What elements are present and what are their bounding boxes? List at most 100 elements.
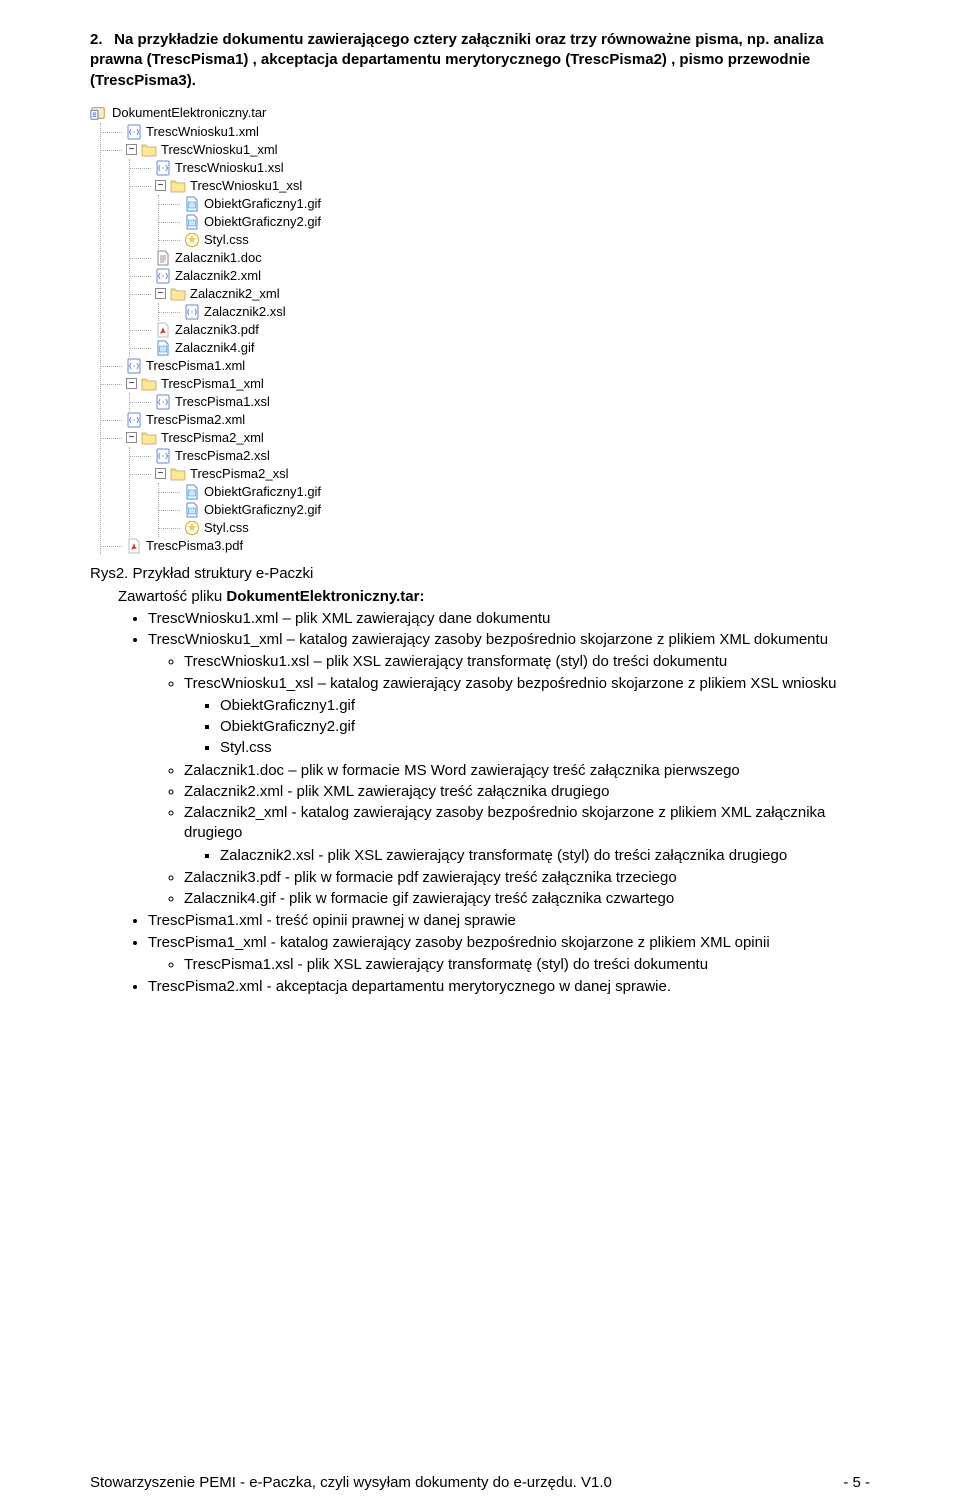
doc-icon	[155, 250, 171, 266]
tree-node-label: TrescPisma1_xml	[161, 377, 264, 390]
tree-node: Zalacznik2.xml	[129, 267, 870, 285]
tree-node-label: TrescPisma1.xsl	[175, 395, 270, 408]
list-item: Zalacznik2.xml - plik XML zawierający tr…	[184, 782, 870, 802]
tree-node-label: ObiektGraficzny1.gif	[204, 197, 321, 210]
tree-node-label: TrescWniosku1_xml	[161, 143, 278, 156]
subheading-pre: Zawartość pliku	[118, 588, 226, 605]
xml-icon	[155, 448, 171, 464]
tree-node-label: Zalacznik2.xml	[175, 269, 261, 282]
xml-icon	[126, 358, 142, 374]
gif-icon	[184, 484, 200, 500]
list-item: TrescPisma2.xml - akceptacja departament…	[148, 977, 870, 997]
tree-node: Zalacznik2.xsl	[158, 303, 870, 321]
expander-icon[interactable]: −	[126, 144, 137, 155]
tree-node-label: ObiektGraficzny1.gif	[204, 485, 321, 498]
tree-node-label: Zalacznik3.pdf	[175, 323, 259, 336]
css-icon	[184, 232, 200, 248]
gif-icon	[184, 502, 200, 518]
tree-node: ObiektGraficzny1.gif	[158, 483, 870, 501]
tree-node: TrescWniosku1.xsl	[129, 159, 870, 177]
list-item: Zalacznik4.gif - plik w formacie gif zaw…	[184, 889, 870, 909]
tree-node-label: TrescPisma1.xml	[146, 359, 245, 372]
tree-node: − TrescWniosku1_xsl	[129, 177, 870, 195]
tree-node-label: TrescPisma3.pdf	[146, 539, 243, 552]
xml-icon	[155, 160, 171, 176]
xml-icon	[126, 412, 142, 428]
tree-node-label: Zalacznik1.doc	[175, 251, 262, 264]
tree-node: − Zalacznik2_xml	[129, 285, 870, 303]
xml-icon	[155, 268, 171, 284]
folder-icon	[141, 376, 157, 392]
tree-node: Zalacznik4.gif	[129, 339, 870, 357]
expander-icon[interactable]: −	[155, 468, 166, 479]
expander-icon[interactable]: −	[155, 288, 166, 299]
list-item: TrescWniosku1_xsl – katalog zawierający …	[184, 674, 870, 694]
expander-icon[interactable]: −	[126, 378, 137, 389]
list-item: TrescWniosku1.xsl – plik XSL zawierający…	[184, 652, 870, 672]
subheading: Zawartość pliku DokumentElektroniczny.ta…	[90, 588, 870, 605]
list-item: TrescPisma1.xsl - plik XSL zawierający t…	[184, 955, 870, 975]
gif-icon	[184, 214, 200, 230]
tree-node: TrescPisma1.xsl	[129, 393, 870, 411]
expander-icon[interactable]: −	[126, 432, 137, 443]
content-list: TrescWniosku1.xml – plik XML zawierający…	[90, 609, 870, 998]
folder-icon	[141, 142, 157, 158]
tree-root-label: DokumentElektroniczny.tar	[112, 106, 266, 119]
tree-node-label: Zalacznik2.xsl	[204, 305, 286, 318]
tree-node-label: TrescWniosku1.xml	[146, 125, 259, 138]
tree-node: Zalacznik1.doc	[129, 249, 870, 267]
pdf-icon	[155, 322, 171, 338]
tree-node: Styl.css	[158, 519, 870, 537]
xml-icon	[184, 304, 200, 320]
folder-icon	[141, 430, 157, 446]
tree-node-label: ObiektGraficzny2.gif	[204, 215, 321, 228]
footer-right: - 5 -	[843, 1474, 870, 1491]
tree-node: TrescPisma3.pdf	[100, 537, 870, 555]
list-item: Zalacznik3.pdf - plik w formacie pdf zaw…	[184, 868, 870, 888]
xml-icon	[155, 394, 171, 410]
tree-node: − TrescPisma2_xsl	[129, 465, 870, 483]
list-number: 2.	[90, 30, 110, 50]
tree-node-label: TrescPisma2_xml	[161, 431, 264, 444]
tree-node-label: TrescPisma2.xml	[146, 413, 245, 426]
list-item: ObiektGraficzny1.gif	[220, 696, 870, 716]
tree-node: ObiektGraficzny1.gif	[158, 195, 870, 213]
expander-icon[interactable]: −	[155, 180, 166, 191]
list-item: Zalacznik1.doc – plik w formacie MS Word…	[184, 761, 870, 781]
tree-node: TrescPisma2.xsl	[129, 447, 870, 465]
tree-node: − TrescWniosku1_xml	[100, 141, 870, 159]
subheading-bold: DokumentElektroniczny.tar:	[226, 588, 424, 605]
xml-icon	[126, 124, 142, 140]
footer: Stowarzyszenie PEMI - e-Paczka, czyli wy…	[90, 1474, 870, 1491]
gif-icon	[184, 196, 200, 212]
tree-node-label: TrescWniosku1_xsl	[190, 179, 302, 192]
paragraph-text: Na przykładzie dokumentu zawierającego c…	[90, 31, 824, 89]
tree-node-label: TrescPisma2.xsl	[175, 449, 270, 462]
css-icon	[184, 520, 200, 536]
tree-node: TrescPisma2.xml	[100, 411, 870, 429]
tree-node: TrescPisma1.xml	[100, 357, 870, 375]
folder-icon	[170, 466, 186, 482]
list-item: ObiektGraficzny2.gif	[220, 717, 870, 737]
list-item: TrescPisma1.xml - treść opinii prawnej w…	[148, 911, 870, 931]
tree-node-label: Zalacznik2_xml	[190, 287, 280, 300]
list-item: Zalacznik2_xml - katalog zawierający zas…	[184, 803, 870, 844]
folder-icon	[170, 286, 186, 302]
tree-node-label: Styl.css	[204, 233, 249, 246]
tree-node: ObiektGraficzny2.gif	[158, 213, 870, 231]
tree-node-label: TrescPisma2_xsl	[190, 467, 288, 480]
archive-icon	[90, 105, 106, 121]
tree-node: TrescWniosku1.xml	[100, 123, 870, 141]
tree-node-label: TrescWniosku1.xsl	[175, 161, 284, 174]
tree-node-label: Zalacznik4.gif	[175, 341, 254, 354]
footer-left: Stowarzyszenie PEMI - e-Paczka, czyli wy…	[90, 1474, 612, 1491]
tree-node: Zalacznik3.pdf	[129, 321, 870, 339]
list-item: Styl.css	[220, 738, 870, 758]
numbered-paragraph: 2. Na przykładzie dokumentu zawierająceg…	[90, 30, 870, 91]
list-item: TrescWniosku1_xml – katalog zawierający …	[148, 630, 870, 650]
tree-node: − TrescPisma1_xml	[100, 375, 870, 393]
list-item: Zalacznik2.xsl - plik XSL zawierający tr…	[220, 846, 870, 866]
tree-node: − TrescPisma2_xml	[100, 429, 870, 447]
pdf-icon	[126, 538, 142, 554]
list-item: TrescWniosku1.xml – plik XML zawierający…	[148, 609, 870, 629]
